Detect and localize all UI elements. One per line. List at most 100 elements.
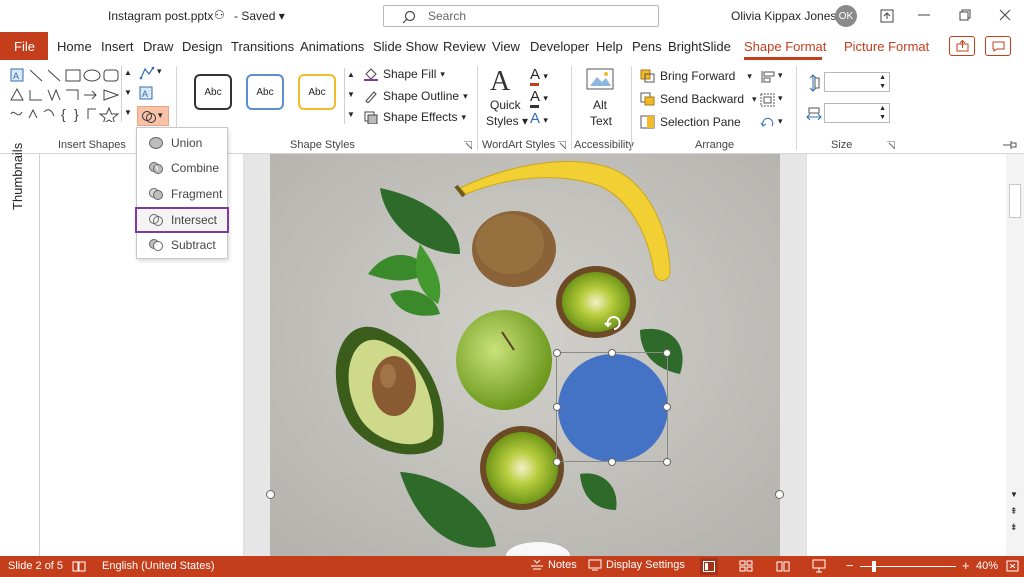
thumbnails-panel[interactable]: Thumbnails: [0, 143, 40, 556]
scroll-thumb[interactable]: [1009, 184, 1021, 218]
text-outline-button[interactable]: A ▾: [530, 88, 548, 108]
next-slide-icon[interactable]: ⇟: [1010, 522, 1018, 533]
resize-handle[interactable]: [663, 458, 671, 466]
scroll-down-icon[interactable]: ▼: [1010, 490, 1018, 499]
tab-shape-format[interactable]: Shape Format: [744, 39, 826, 54]
avatar[interactable]: OK: [835, 5, 857, 27]
edit-shape-dropdown[interactable]: ▾: [157, 66, 162, 77]
shape-height-input[interactable]: ▲ ▼: [824, 72, 890, 92]
menu-item-fragment[interactable]: Fragment: [137, 182, 227, 206]
tab-draw[interactable]: Draw: [143, 39, 173, 54]
picture-resize-handle[interactable]: [775, 490, 784, 499]
tab-file[interactable]: File: [0, 32, 48, 60]
slide-indicator[interactable]: Slide 2 of 5: [8, 560, 63, 572]
pin-ribbon-icon[interactable]: [1002, 140, 1018, 150]
resize-handle[interactable]: [608, 349, 616, 357]
text-effects-button[interactable]: A ▾: [530, 110, 548, 127]
edit-shape-icon[interactable]: [139, 66, 155, 80]
rotate-handle-icon[interactable]: [604, 314, 622, 332]
menu-item-intersect[interactable]: Intersect: [135, 207, 229, 233]
fit-to-window-icon[interactable]: [1006, 560, 1019, 572]
shape-outline-button[interactable]: Shape Outline ▾: [363, 89, 468, 103]
zoom-out-icon[interactable]: −: [846, 558, 854, 573]
bring-forward-button[interactable]: Bring Forward ▾: [640, 69, 752, 83]
spin-down-icon[interactable]: ▼: [879, 114, 886, 121]
comments-button[interactable]: [985, 36, 1011, 56]
vertical-scrollbar[interactable]: ▼ ⇞ ⇟: [1006, 154, 1024, 556]
resize-handle[interactable]: [553, 458, 561, 466]
quick-styles-button[interactable]: A Quick Styles ▾: [486, 66, 530, 132]
zoom-slider-thumb[interactable]: [872, 561, 876, 572]
dialog-launcher-icon[interactable]: [887, 141, 895, 149]
shape-style-dark[interactable]: Abc: [194, 74, 232, 110]
menu-item-subtract[interactable]: Subtract: [137, 233, 227, 257]
slide-sorter-icon[interactable]: [739, 560, 753, 572]
display-settings-button[interactable]: Display Settings: [588, 559, 685, 571]
resize-handle[interactable]: [663, 349, 671, 357]
previous-slide-icon[interactable]: ⇞: [1010, 506, 1018, 517]
normal-view-button[interactable]: [700, 558, 718, 575]
tab-developer[interactable]: Developer: [530, 39, 589, 54]
tab-brightslide[interactable]: BrightSlide: [668, 39, 731, 54]
share-button[interactable]: [949, 36, 975, 56]
group-dropdown[interactable]: ▾: [778, 93, 783, 104]
styles-scroll[interactable]: ▲ ▼ ▼: [344, 68, 356, 124]
tab-insert[interactable]: Insert: [101, 39, 134, 54]
tab-picture-format[interactable]: Picture Format: [844, 39, 929, 54]
rotate-icon[interactable]: [760, 116, 776, 130]
group-objects-icon[interactable]: [760, 93, 776, 107]
menu-item-combine[interactable]: Combine: [137, 156, 227, 180]
spin-up-icon[interactable]: ▲: [879, 105, 886, 112]
tab-slide-show[interactable]: Slide Show: [373, 39, 438, 54]
spin-up-icon[interactable]: ▲: [879, 74, 886, 81]
shape-style-gold[interactable]: Abc: [298, 74, 336, 110]
resize-handle[interactable]: [608, 458, 616, 466]
text-fill-button[interactable]: A ▾: [530, 66, 548, 86]
shapes-gallery[interactable]: A { }: [8, 66, 120, 122]
dialog-launcher-icon[interactable]: [558, 141, 566, 149]
notes-button[interactable]: Notes: [530, 559, 577, 571]
menu-item-union[interactable]: Union: [137, 131, 227, 155]
shape-fill-button[interactable]: Shape Fill ▾: [363, 67, 445, 81]
minimize-icon[interactable]: [918, 14, 930, 16]
dialog-launcher-icon[interactable]: [464, 141, 472, 149]
resize-handle[interactable]: [553, 403, 561, 411]
shape-effects-button[interactable]: Shape Effects ▾: [363, 110, 466, 124]
style-sample-text: Abc: [256, 86, 274, 98]
slide-canvas[interactable]: [270, 154, 780, 556]
slide-show-icon[interactable]: [812, 559, 826, 573]
tab-view[interactable]: View: [492, 39, 520, 54]
align-dropdown[interactable]: ▾: [778, 70, 783, 81]
align-icon[interactable]: [760, 70, 776, 84]
alt-text-button[interactable]: Alt Text: [584, 68, 618, 128]
resize-handle[interactable]: [663, 403, 671, 411]
shape-style-blue[interactable]: Abc: [246, 74, 284, 110]
spin-down-icon[interactable]: ▼: [879, 83, 886, 90]
rotate-dropdown[interactable]: ▾: [778, 116, 783, 127]
tab-animations[interactable]: Animations: [300, 39, 364, 54]
tab-design[interactable]: Design: [182, 39, 222, 54]
save-status[interactable]: - Saved ▾: [234, 9, 285, 23]
send-backward-button[interactable]: Send Backward ▾: [640, 92, 757, 106]
tab-pens[interactable]: Pens: [632, 39, 662, 54]
language-indicator[interactable]: English (United States): [102, 560, 215, 572]
tab-review[interactable]: Review: [443, 39, 486, 54]
close-icon[interactable]: [999, 9, 1011, 21]
search-box[interactable]: Search: [383, 5, 659, 27]
gallery-scroll[interactable]: ▲ ▼ ▼: [121, 66, 133, 122]
ribbon-display-icon[interactable]: [880, 9, 894, 23]
merge-shapes-button[interactable]: ▾: [137, 106, 169, 126]
reading-view-icon[interactable]: [776, 560, 790, 572]
text-box-icon[interactable]: A: [139, 86, 153, 100]
selection-pane-button[interactable]: Selection Pane: [640, 115, 741, 129]
zoom-level[interactable]: 40%: [976, 560, 998, 572]
shape-width-input[interactable]: ▲ ▼: [824, 103, 890, 123]
tab-help[interactable]: Help: [596, 39, 623, 54]
restore-icon[interactable]: [959, 9, 971, 21]
picture-resize-handle[interactable]: [266, 490, 275, 499]
tab-transitions[interactable]: Transitions: [231, 39, 294, 54]
zoom-in-icon[interactable]: +: [962, 558, 970, 573]
resize-handle[interactable]: [553, 349, 561, 357]
spelling-check-icon[interactable]: [72, 560, 86, 572]
tab-home[interactable]: Home: [57, 39, 92, 54]
